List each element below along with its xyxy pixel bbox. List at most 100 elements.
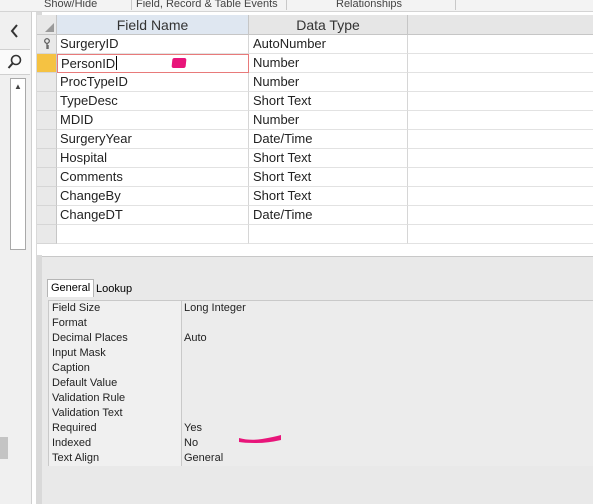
row-selector[interactable] — [37, 73, 57, 92]
description-cell[interactable] — [408, 54, 593, 73]
description-cell[interactable] — [408, 187, 593, 206]
field-name-cell[interactable]: Comments — [57, 168, 249, 187]
field-name-cell[interactable]: ChangeDT — [57, 206, 249, 225]
description-cell[interactable] — [408, 35, 593, 54]
field-row-surgeryyear[interactable]: SurgeryYear Date/Time — [37, 130, 593, 149]
property-value[interactable] — [182, 391, 593, 406]
row-selector[interactable] — [37, 225, 57, 244]
field-row-hospital[interactable]: Hospital Short Text — [37, 149, 593, 168]
field-row-mdid[interactable]: MDID Number — [37, 111, 593, 130]
data-type-cell[interactable]: Number — [249, 54, 408, 73]
property-value[interactable] — [182, 316, 593, 331]
description-cell[interactable] — [408, 130, 593, 149]
data-type-cell[interactable]: Date/Time — [249, 130, 408, 149]
column-header-field-name[interactable]: Field Name — [57, 15, 249, 35]
description-cell[interactable] — [408, 149, 593, 168]
field-row-new[interactable] — [37, 225, 593, 244]
property-row-input-mask[interactable]: Input Mask — [48, 346, 593, 361]
row-selector[interactable] — [37, 206, 57, 225]
column-header-data-type[interactable]: Data Type — [249, 15, 408, 35]
nav-search-button[interactable] — [0, 49, 30, 75]
description-cell[interactable] — [408, 168, 593, 187]
row-selector[interactable] — [37, 35, 57, 54]
ribbon-divider — [455, 0, 456, 10]
row-selector[interactable] — [37, 111, 57, 130]
property-row-field-size[interactable]: Field Size Long Integer — [48, 301, 593, 316]
field-name-cell[interactable]: TypeDesc — [57, 92, 249, 111]
ribbon-divider — [131, 0, 132, 10]
column-header-description[interactable] — [408, 15, 593, 35]
property-row-text-align[interactable]: Text Align General — [48, 451, 593, 466]
description-cell[interactable] — [408, 206, 593, 225]
field-row-personid[interactable]: PersonID Number — [37, 54, 593, 73]
property-row-indexed[interactable]: Indexed No — [48, 436, 593, 451]
property-label: Caption — [48, 361, 182, 376]
property-row-decimal-places[interactable]: Decimal Places Auto — [48, 331, 593, 346]
field-row-surgeryid[interactable]: SurgeryID AutoNumber — [37, 35, 593, 54]
field-row-comments[interactable]: Comments Short Text — [37, 168, 593, 187]
corner-triangle-icon — [45, 23, 54, 32]
property-row-required[interactable]: Required Yes — [48, 421, 593, 436]
description-cell[interactable] — [408, 92, 593, 111]
property-row-caption[interactable]: Caption — [48, 361, 593, 376]
tab-lookup[interactable]: Lookup — [93, 281, 135, 299]
property-row-validation-rule[interactable]: Validation Rule — [48, 391, 593, 406]
field-row-proctypeid[interactable]: ProcTypeID Number — [37, 73, 593, 92]
description-cell[interactable] — [408, 225, 593, 244]
row-selector[interactable] — [37, 130, 57, 149]
property-value[interactable] — [182, 346, 593, 361]
field-name-cell[interactable]: SurgeryID — [57, 35, 249, 54]
ribbon-group-show-hide: Show/Hide — [44, 0, 98, 10]
field-name-cell[interactable]: SurgeryYear — [57, 130, 249, 149]
field-name-cell[interactable]: ProcTypeID — [57, 73, 249, 92]
navigation-pane: ▲ — [0, 12, 32, 504]
data-type-cell[interactable]: AutoNumber — [249, 35, 408, 54]
property-row-default-value[interactable]: Default Value — [48, 376, 593, 391]
row-selector[interactable] — [37, 168, 57, 187]
row-selector[interactable] — [37, 187, 57, 206]
property-label: Required — [48, 421, 182, 436]
property-label: Default Value — [48, 376, 182, 391]
nav-scrollbar[interactable]: ▲ — [10, 78, 26, 250]
field-name-cell-editing[interactable]: PersonID — [57, 54, 249, 73]
field-row-changeby[interactable]: ChangeBy Short Text — [37, 187, 593, 206]
field-row-typedesc[interactable]: TypeDesc Short Text — [37, 92, 593, 111]
property-value[interactable] — [182, 406, 593, 421]
data-type-cell[interactable] — [249, 225, 408, 244]
property-value[interactable]: Long Integer — [182, 301, 593, 316]
data-type-cell[interactable]: Short Text — [249, 92, 408, 111]
property-value[interactable]: Auto — [182, 331, 593, 346]
field-name-cell[interactable]: ChangeBy — [57, 187, 249, 206]
property-label: Input Mask — [48, 346, 182, 361]
description-cell[interactable] — [408, 73, 593, 92]
data-type-cell[interactable]: Date/Time — [249, 206, 408, 225]
property-value[interactable]: General — [182, 451, 593, 466]
grid-corner[interactable] — [37, 15, 57, 35]
ribbon-group-relationships: Relationships — [336, 0, 403, 10]
property-value[interactable] — [182, 361, 593, 376]
nav-collapse-button[interactable] — [4, 20, 26, 42]
field-name-text: PersonID — [61, 56, 116, 71]
property-row-validation-text[interactable]: Validation Text — [48, 406, 593, 421]
field-name-cell[interactable]: Hospital — [57, 149, 249, 168]
property-row-format[interactable]: Format — [48, 316, 593, 331]
row-selector[interactable] — [37, 92, 57, 111]
property-label: Indexed — [48, 436, 182, 451]
property-value[interactable] — [182, 376, 593, 391]
data-type-cell[interactable]: Short Text — [249, 168, 408, 187]
row-selector-current[interactable] — [37, 54, 57, 73]
scroll-up-arrow-icon[interactable]: ▲ — [12, 80, 24, 92]
annotation-highlight-mark — [171, 58, 187, 68]
row-selector[interactable] — [37, 149, 57, 168]
property-label: Decimal Places — [48, 331, 182, 346]
data-type-cell[interactable]: Short Text — [249, 149, 408, 168]
field-name-cell[interactable] — [57, 225, 249, 244]
data-type-cell[interactable]: Number — [249, 73, 408, 92]
property-label: Format — [48, 316, 182, 331]
data-type-cell[interactable]: Short Text — [249, 187, 408, 206]
description-cell[interactable] — [408, 111, 593, 130]
field-name-cell[interactable]: MDID — [57, 111, 249, 130]
data-type-cell[interactable]: Number — [249, 111, 408, 130]
field-row-changedt[interactable]: ChangeDT Date/Time — [37, 206, 593, 225]
tab-general[interactable]: General — [47, 279, 95, 297]
